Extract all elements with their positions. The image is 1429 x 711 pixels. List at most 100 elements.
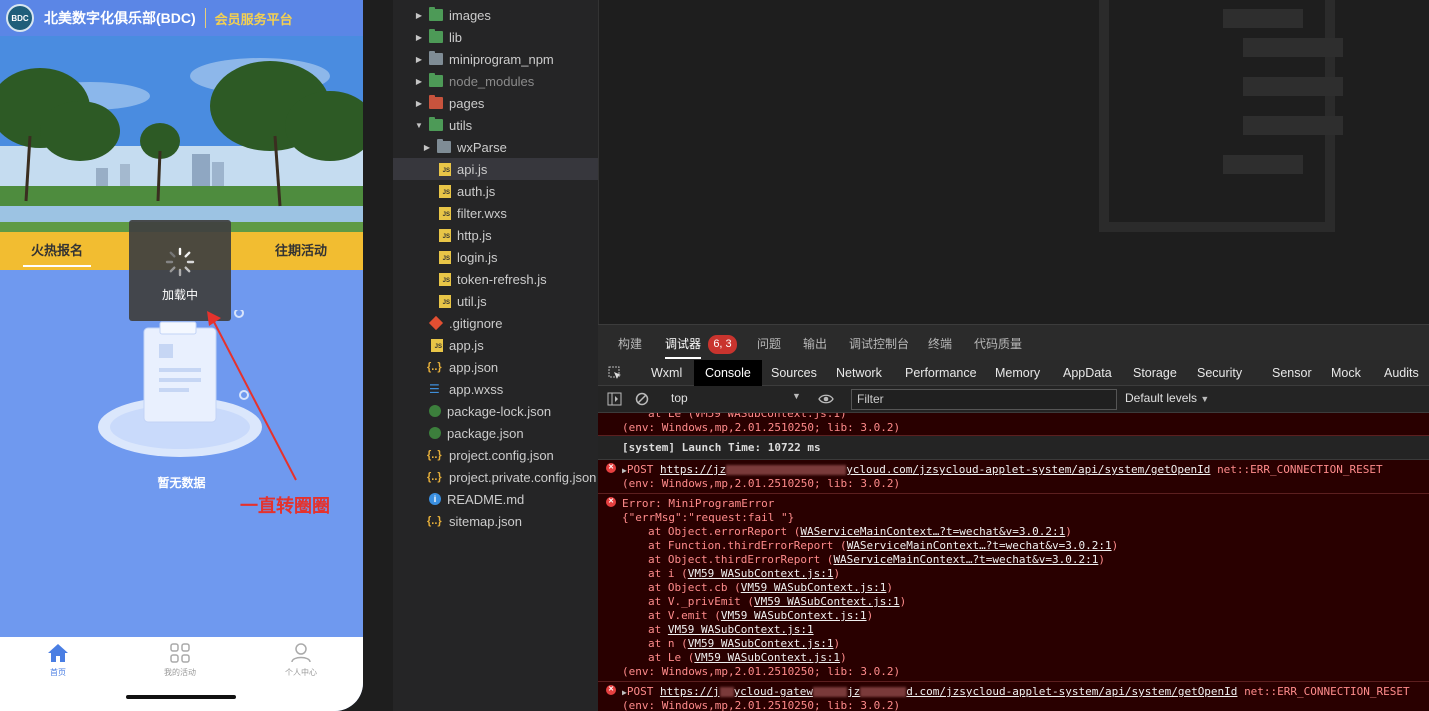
tree-item-package-json[interactable]: package.json (393, 422, 598, 444)
doc-line (1243, 38, 1343, 57)
tabbar-home[interactable]: 首页 (18, 643, 98, 678)
panel-tab-wxml[interactable]: Wxml (651, 360, 682, 386)
stack-line: at V.emit (VM59 WASubContext.js:1) (622, 609, 1429, 623)
tree-item-label: project.private.config.json (449, 469, 597, 485)
tabbar-my-activities[interactable]: 我的活动 (140, 643, 220, 678)
person-icon (291, 643, 311, 663)
tree-item-gitignore[interactable]: .gitignore (393, 312, 598, 334)
tree-item-app-js[interactable]: JS app.js (393, 334, 598, 356)
console-system-message: [system] Launch Time: 10722 ms (598, 436, 1429, 460)
console-error-post-2: ✕ ▶POST https://j ycloud-gatew jz d.com/jzs… (598, 682, 1429, 711)
stack-prefix: at V._privEmit ( (648, 595, 754, 608)
env-line: (env: Windows,mp,2.01.2510250; lib: 3.0.… (622, 699, 901, 711)
tab-code-quality[interactable]: 代码质量 (974, 325, 1022, 361)
tab-build[interactable]: 构建 (618, 325, 642, 361)
info-icon: i (429, 493, 441, 505)
tabbar-profile[interactable]: 个人中心 (261, 643, 341, 678)
panel-tab-mock[interactable]: Mock (1331, 360, 1361, 386)
file-explorer: ▶ images ▶ lib ▶ miniprogram_npm ▶ node_modu… (393, 0, 598, 711)
panel-tab-network[interactable]: Network (836, 360, 882, 386)
tree-item-label: sitemap.json (449, 513, 522, 529)
panel-tab-security[interactable]: Security (1197, 360, 1242, 386)
panel-tab-console[interactable]: Console (694, 360, 762, 386)
sidebar-toggle-icon[interactable] (607, 392, 622, 406)
tree-item-api-js[interactable]: JS api.js (393, 158, 598, 180)
panel-tab-sensor[interactable]: Sensor (1272, 360, 1312, 386)
tree-item-lib[interactable]: ▶ lib (393, 26, 598, 48)
npm-file-icon (429, 427, 441, 439)
panel-tab-audits[interactable]: Audits (1384, 360, 1419, 386)
git-icon (428, 315, 444, 331)
tree-item-label: app.json (449, 359, 499, 375)
tree-item-label: .gitignore (449, 315, 503, 331)
tree-item-filter-wxs[interactable]: JS filter.wxs (393, 202, 598, 224)
js-file-icon: JS (439, 206, 451, 220)
request-url-part: https://j (659, 685, 720, 698)
tab-terminal[interactable]: 终端 (928, 325, 952, 361)
panel-tab-appdata[interactable]: AppData (1063, 360, 1112, 386)
tree-item-node-modules[interactable]: ▶ node_modules (393, 70, 598, 92)
clear-console-icon[interactable] (635, 392, 649, 406)
context-selector[interactable]: top (671, 391, 688, 405)
tree-item-app-wxss[interactable]: ☰ app.wxss (393, 378, 598, 400)
tree-item-app-json[interactable]: {..} app.json (393, 356, 598, 378)
tree-item-label: node_modules (449, 73, 535, 89)
tab-output[interactable]: 输出 (803, 325, 827, 361)
stack-link[interactable]: WAServiceMainContext…?t=wechat&v=3.0.2:1 (833, 553, 1098, 566)
redacted-block (860, 687, 907, 697)
tree-item-readme[interactable]: i README.md (393, 488, 598, 510)
panel-tab-memory[interactable]: Memory (995, 360, 1040, 386)
wechat-devtools-window: BDC 北美数字化俱乐部(BDC) 会员服务平台 火热报名 往期活动 暂无数据 … (0, 0, 1429, 711)
grid-icon (170, 643, 190, 663)
stack-line: at i (VM59 WASubContext.js:1) (622, 567, 1429, 581)
eye-icon[interactable] (818, 393, 834, 405)
tree-item-auth-js[interactable]: JS auth.js (393, 180, 598, 202)
panel-tab-sources[interactable]: Sources (771, 360, 817, 386)
dropdown-arrow-icon: ▼ (792, 391, 801, 401)
stack-suffix: ) (886, 581, 894, 594)
stack-link[interactable]: VM59 WASubContext.js:1 (754, 595, 900, 608)
tab-issues[interactable]: 问题 (757, 325, 781, 361)
editor-area[interactable] (598, 0, 1429, 324)
console-filter-input[interactable]: Filter (851, 389, 1117, 410)
tree-item-package-lock-json[interactable]: package-lock.json (393, 400, 598, 422)
stack-link[interactable]: WAServiceMainContext…?t=wechat&v=3.0.2:1 (847, 539, 1112, 552)
tree-item-wxparse[interactable]: ▶ wxParse (393, 136, 598, 158)
stack-link[interactable]: VM59 WASubContext.js:1 (688, 637, 834, 650)
post-method: POST (626, 685, 654, 698)
tree-item-images[interactable]: ▶ images (393, 4, 598, 26)
js-file-icon: JS (439, 272, 451, 286)
log-levels-dropdown[interactable]: Default levels ▼ (1125, 391, 1209, 405)
env-line: (env: Windows,mp,2.01.2510250; lib: 3.0.… (622, 421, 901, 434)
tree-item-label: package-lock.json (447, 403, 552, 419)
inspect-element-icon[interactable] (608, 366, 623, 381)
stack-link[interactable]: VM59 WASubContext.js:1 (668, 623, 814, 636)
stack-link[interactable]: VM59 WASubContext.js:1 (688, 567, 834, 580)
tree-item-token-refresh-js[interactable]: JS token-refresh.js (393, 268, 598, 290)
panel-tab-performance[interactable]: Performance (905, 360, 977, 386)
tree-item-label: package.json (447, 425, 524, 441)
tree-item-http-js[interactable]: JS http.js (393, 224, 598, 246)
tree-item-project-config-json[interactable]: {..} project.config.json (393, 444, 598, 466)
panel-tab-storage[interactable]: Storage (1133, 360, 1177, 386)
tree-item-miniprogram-npm[interactable]: ▶ miniprogram_npm (393, 48, 598, 70)
json-file-icon: {..} (427, 471, 442, 483)
stack-link[interactable]: VM59 WASubContext.js:1 (694, 651, 840, 664)
js-file-icon: JS (439, 250, 451, 264)
request-url[interactable]: https://j ycloud-gatew jz d.com/jzsycloud-a… (660, 685, 1237, 698)
request-url[interactable]: https://jz ycloud.com/jzsycloud-applet-sy… (660, 463, 1210, 476)
tree-item-label: token-refresh.js (457, 271, 547, 287)
chevron-right-icon: ▶ (423, 142, 431, 152)
tab-debugger[interactable]: 调试器 (665, 325, 702, 361)
stack-link[interactable]: WAServiceMainContext…?t=wechat&v=3.0.2:1 (800, 525, 1065, 538)
tree-item-project-private-config-json[interactable]: {..} project.private.config.json (393, 466, 598, 488)
tree-item-login-js[interactable]: JS login.js (393, 246, 598, 268)
stack-line: at Object.cb (VM59 WASubContext.js:1) (622, 581, 1429, 595)
tree-item-pages[interactable]: ▶ pages (393, 92, 598, 114)
tree-item-sitemap-json[interactable]: {..} sitemap.json (393, 510, 598, 532)
tree-item-utils[interactable]: ▼ utils (393, 114, 598, 136)
tree-item-util-js[interactable]: JS util.js (393, 290, 598, 312)
stack-link[interactable]: VM59 WASubContext.js:1 (741, 581, 887, 594)
tab-debug-console[interactable]: 调试控制台 (849, 325, 909, 361)
stack-link[interactable]: VM59 WASubContext.js:1 (721, 609, 867, 622)
